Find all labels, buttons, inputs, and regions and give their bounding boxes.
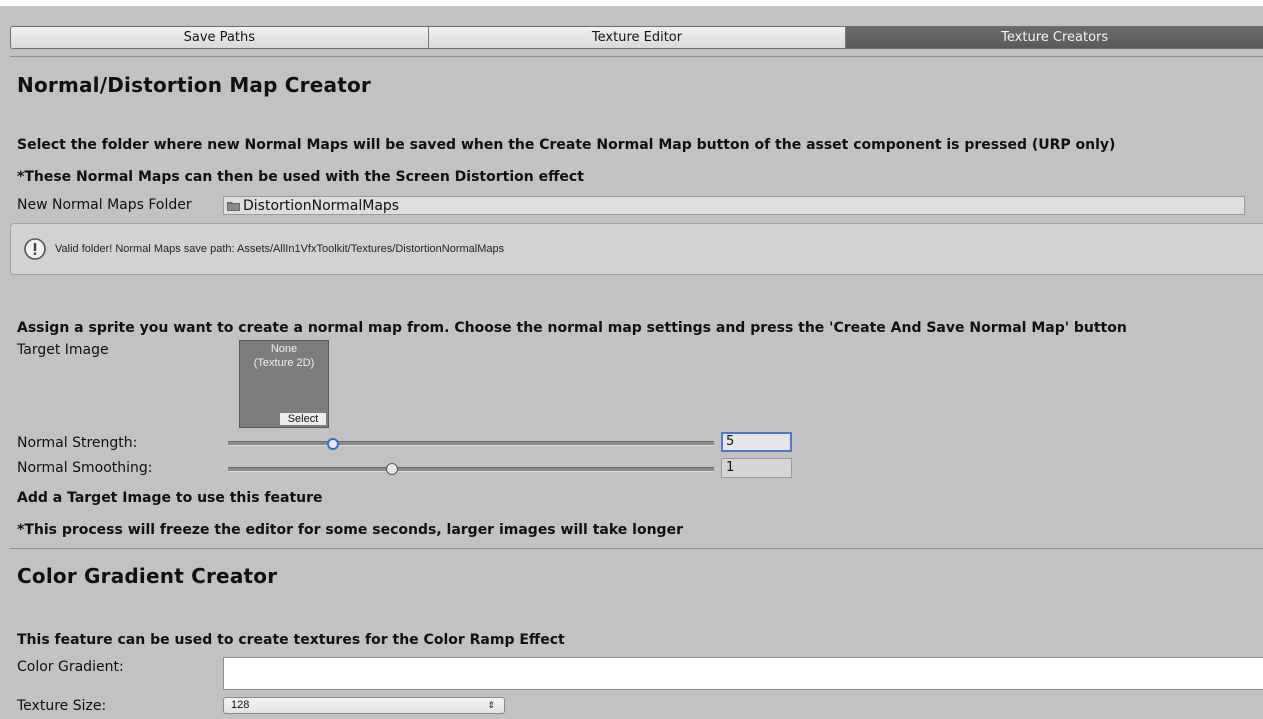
color-gradient-field[interactable] <box>223 657 1263 690</box>
folder-label: New Normal Maps Folder <box>17 197 192 213</box>
smoothing-slider-thumb[interactable] <box>386 463 398 475</box>
target-image-value-type: (Texture 2D) <box>253 357 315 369</box>
gradient-label: Color Gradient: <box>17 659 124 675</box>
gradient-instruction: This feature can be used to create textu… <box>17 632 565 648</box>
smoothing-slider[interactable] <box>228 467 714 472</box>
texture-size-value: 128 <box>231 699 250 711</box>
strength-slider[interactable] <box>228 441 714 446</box>
target-image-value-none: None <box>270 343 298 355</box>
strength-value-field[interactable]: 5 <box>721 432 792 452</box>
folder-value: DistortionNormalMaps <box>243 197 400 214</box>
help-box: Valid folder! Normal Maps save path: Ass… <box>10 223 1263 275</box>
target-image-warning: Add a Target Image to use this feature <box>17 490 323 506</box>
help-message: Valid folder! Normal Maps save path: Ass… <box>55 243 505 255</box>
folder-icon <box>227 201 240 211</box>
assign-instruction: Assign a sprite you want to create a nor… <box>17 320 1127 336</box>
strength-slider-thumb[interactable] <box>327 438 339 450</box>
texture-size-dropdown[interactable]: 128 ⇕ <box>223 697 505 714</box>
window-top-strip <box>0 0 1263 6</box>
smoothing-value-field[interactable]: 1 <box>721 458 792 478</box>
divider <box>10 56 1263 57</box>
select-texture-button[interactable]: Select <box>279 412 327 426</box>
normal-maps-folder-field[interactable]: DistortionNormalMaps <box>223 196 1245 215</box>
strength-label: Normal Strength: <box>17 435 138 451</box>
tab-save-paths[interactable]: Save Paths <box>11 27 429 48</box>
toolbar-tabs: Save Paths Texture Editor Texture Creato… <box>10 26 1263 49</box>
folder-instruction: Select the folder where new Normal Maps … <box>17 137 1116 153</box>
section-divider <box>10 548 1263 549</box>
info-icon <box>24 238 46 260</box>
editor-window: Save Paths Texture Editor Texture Creato… <box>0 0 1263 719</box>
gradient-section-title: Color Gradient Creator <box>17 564 278 588</box>
normal-section-title: Normal/Distortion Map Creator <box>17 73 371 97</box>
smoothing-label: Normal Smoothing: <box>17 460 153 476</box>
tab-texture-editor[interactable]: Texture Editor <box>428 27 847 48</box>
target-image-label: Target Image <box>17 342 109 358</box>
target-image-value: None (Texture 2D) <box>240 342 328 370</box>
texture-size-label: Texture Size: <box>17 698 107 714</box>
folder-note: *These Normal Maps can then be used with… <box>17 169 584 185</box>
target-image-field[interactable]: None (Texture 2D) Select <box>239 340 329 428</box>
dropdown-arrow-icon: ⇕ <box>487 700 495 710</box>
freeze-note: *This process will freeze the editor for… <box>17 522 683 538</box>
tab-texture-creators[interactable]: Texture Creators <box>846 27 1263 48</box>
